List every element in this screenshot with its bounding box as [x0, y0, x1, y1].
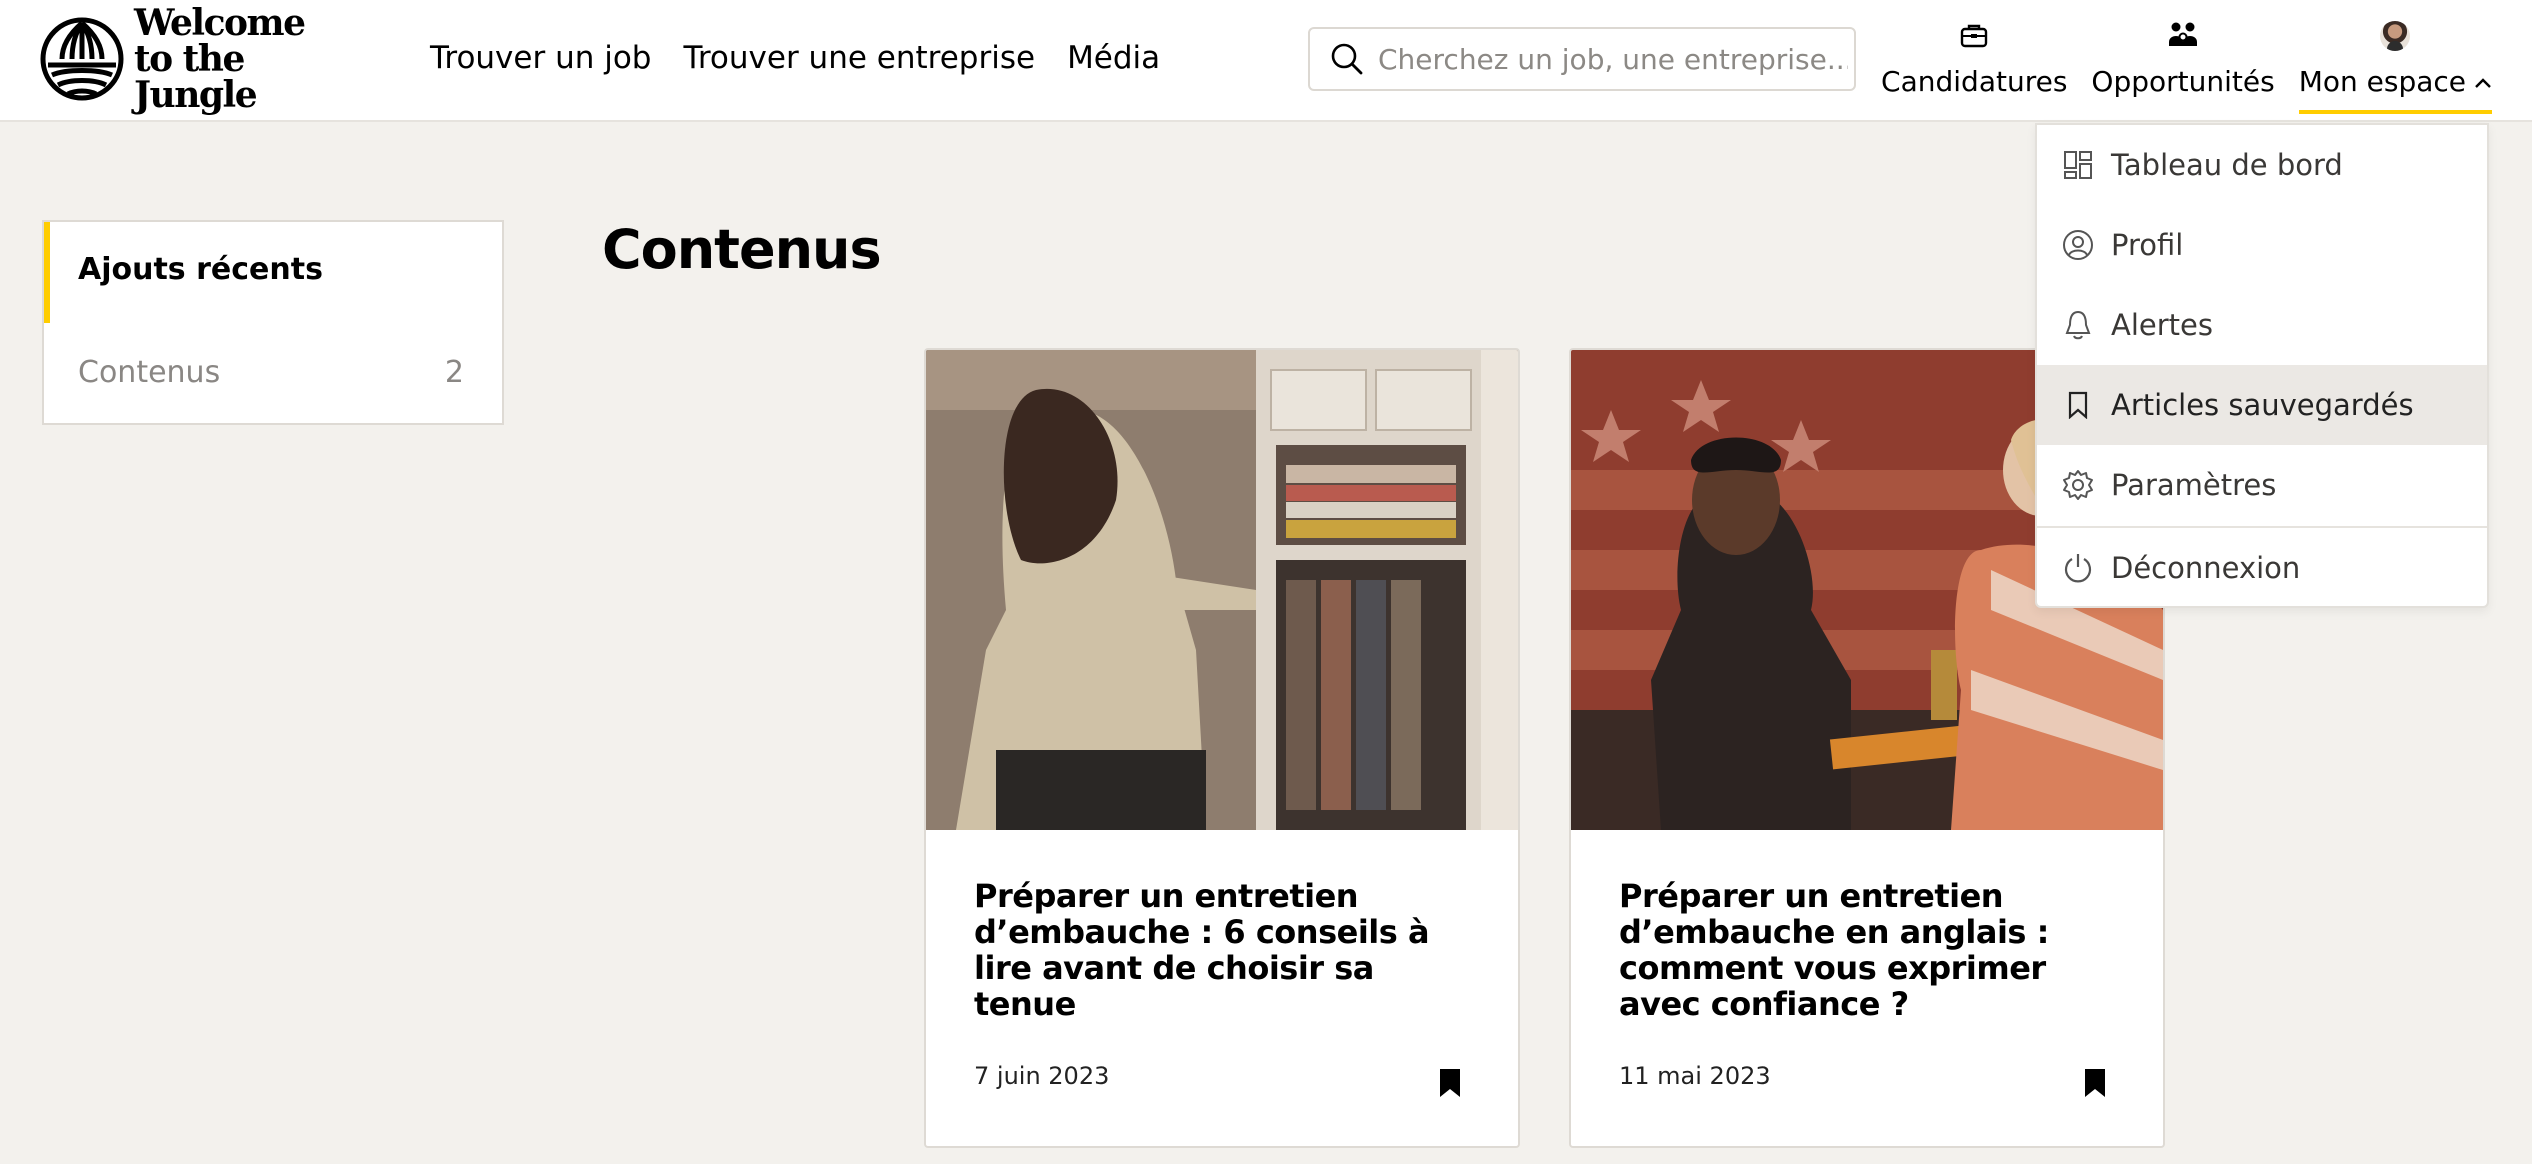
nav-find-job[interactable]: Trouver un job [430, 36, 651, 80]
menu-item-profile[interactable]: Profil [2037, 205, 2487, 285]
nav-opportunities[interactable]: Opportunités [2091, 18, 2275, 110]
article-image-wardrobe [926, 350, 1518, 830]
sidebar: Ajouts récents Contenus 2 [42, 220, 504, 425]
article-title[interactable]: Préparer un entretien d’embauche : 6 con… [974, 878, 1474, 1022]
menu-item-saved-articles[interactable]: Articles sauvegardés [2037, 365, 2487, 445]
nav-applications-label: Candidatures [1881, 65, 2068, 98]
search-icon [1331, 43, 1363, 75]
user-circle-icon [2061, 228, 2095, 262]
menu-item-logout[interactable]: Déconnexion [2037, 528, 2487, 608]
avatar-wrapper [2377, 18, 2413, 54]
sidebar-item-recent[interactable]: Ajouts récents [44, 222, 502, 323]
my-space-dropdown: Tableau de bord Profil Alertes Articles … [2035, 123, 2489, 608]
nav-my-space[interactable]: Mon espace [2298, 18, 2493, 114]
menu-item-dashboard[interactable]: Tableau de bord [2037, 125, 2487, 205]
search-input[interactable] [1378, 42, 1848, 76]
sidebar-item-contents[interactable]: Contenus 2 [44, 323, 502, 423]
logo-line-2: to the Jungle [134, 38, 258, 116]
top-header: Welcome to the Jungle Trouver un job Tro… [0, 0, 2532, 122]
nav-applications[interactable]: Candidatures [1881, 18, 2067, 110]
logo-wordmark: Welcome to the Jungle [134, 5, 370, 113]
sidebar-item-recent-label: Ajouts récents [78, 252, 323, 287]
bell-icon [2061, 308, 2095, 342]
nav-media[interactable]: Média [1067, 36, 1160, 80]
nav-find-company[interactable]: Trouver une entreprise [683, 36, 1035, 80]
my-space-text: Mon espace [2298, 65, 2466, 98]
power-icon [2061, 551, 2095, 585]
article-card[interactable]: Préparer un entretien d’embauche : 6 con… [924, 348, 1520, 1148]
nav-my-space-label: Mon espace [2299, 62, 2492, 102]
logo-link[interactable]: Welcome to the Jungle [40, 5, 370, 113]
sidebar-item-contents-count: 2 [444, 355, 464, 390]
article-date: 7 juin 2023 [974, 1062, 1110, 1090]
bookmark-icon [2061, 388, 2095, 422]
logo-line-1: Welcome [134, 2, 306, 44]
bookmark-icon[interactable] [2083, 1068, 2107, 1098]
menu-item-settings[interactable]: Paramètres [2037, 445, 2487, 525]
menu-item-alerts[interactable]: Alertes [2037, 285, 2487, 365]
gear-icon [2061, 468, 2095, 502]
user-nav: Candidatures Opportunités Mon espace [1881, 18, 2493, 114]
menu-item-logout-label: Déconnexion [2111, 551, 2301, 585]
people-icon [2165, 18, 2201, 54]
bookmark-icon[interactable] [1438, 1068, 1462, 1098]
dashboard-icon [2061, 148, 2095, 182]
search-bar [1308, 27, 1856, 91]
briefcase-icon [1956, 18, 1992, 54]
main-nav: Trouver un job Trouver une entreprise Mé… [430, 36, 1160, 80]
avatar [2380, 21, 2411, 51]
article-title[interactable]: Préparer un entretien d’embauche en angl… [1619, 878, 2119, 1022]
menu-item-dashboard-label: Tableau de bord [2111, 148, 2343, 182]
menu-item-settings-label: Paramètres [2111, 468, 2277, 502]
article-date: 11 mai 2023 [1619, 1062, 1771, 1090]
menu-item-saved-articles-label: Articles sauvegardés [2111, 388, 2414, 422]
page-title: Contenus [602, 218, 882, 281]
sidebar-item-contents-label: Contenus [78, 355, 221, 390]
nav-opportunities-label: Opportunités [2091, 65, 2275, 98]
jungle-logo-icon [40, 17, 124, 101]
menu-item-profile-label: Profil [2111, 228, 2184, 262]
chevron-up-icon [2475, 78, 2491, 88]
menu-item-alerts-label: Alertes [2111, 308, 2213, 342]
